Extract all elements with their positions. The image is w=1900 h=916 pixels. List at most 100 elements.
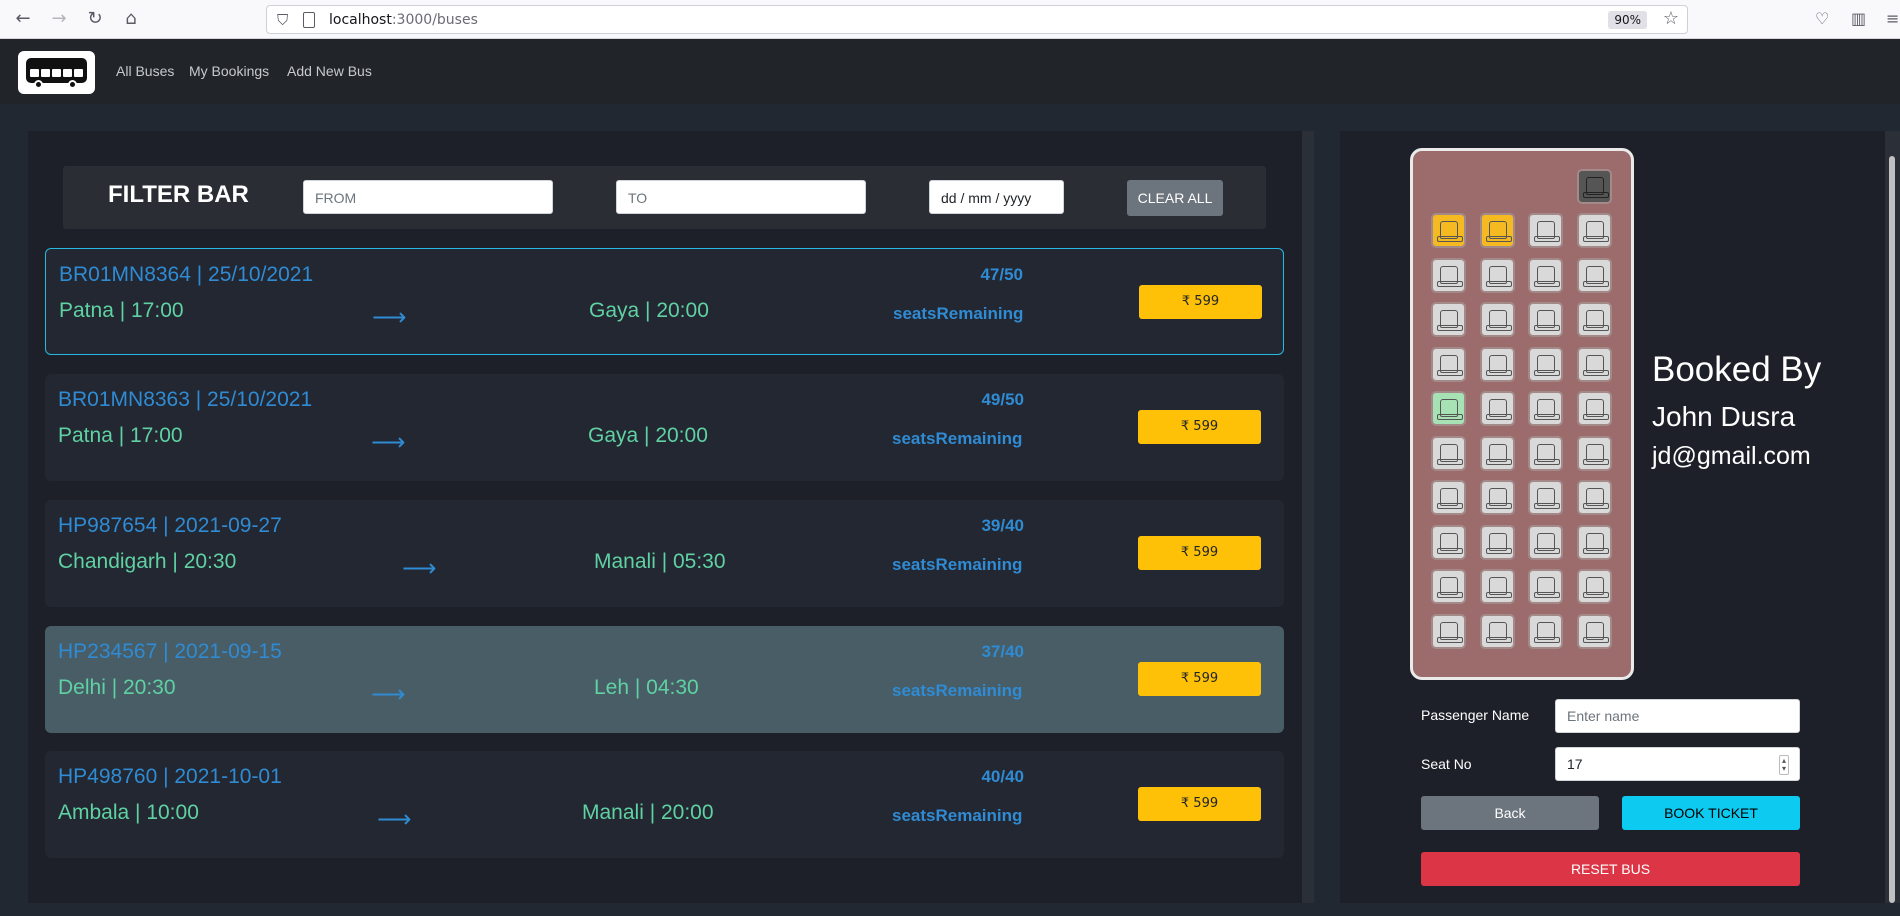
book-ticket-button[interactable]: BOOK TICKET (1622, 796, 1800, 830)
seat-icon (1583, 577, 1609, 598)
seat-7[interactable] (1528, 258, 1563, 293)
seat-icon (1534, 310, 1560, 331)
passenger-name-label: Passenger Name (1421, 707, 1530, 723)
seat-16[interactable] (1577, 347, 1612, 382)
price-button[interactable]: ₹ 599 (1138, 536, 1261, 570)
seat-icon (1437, 444, 1463, 465)
seat-1[interactable] (1431, 213, 1466, 248)
bus-card[interactable]: HP987654 | 2021-09-27 Chandigarh | 20:30… (45, 500, 1284, 607)
seat-9[interactable] (1431, 302, 1466, 337)
seat-icon (1583, 399, 1609, 420)
back-arrow-icon[interactable]: ← (12, 8, 34, 30)
seats-remaining-label: seatsRemaining (892, 555, 1023, 574)
passenger-name-input[interactable]: Enter name (1555, 699, 1800, 733)
price-button[interactable]: ₹ 599 (1139, 285, 1262, 319)
seat-14[interactable] (1480, 347, 1515, 382)
filter-title: FILTER BAR (108, 181, 249, 208)
bus-card[interactable]: BR01MN8363 | 25/10/2021 Patna | 17:00 ⟶ … (45, 374, 1284, 481)
seat-27[interactable] (1528, 480, 1563, 515)
seat-37[interactable] (1431, 614, 1466, 649)
back-button[interactable]: Back (1421, 796, 1599, 830)
seat-icon (1583, 533, 1609, 554)
reset-bus-button[interactable]: RESET BUS (1421, 852, 1800, 886)
seat-21[interactable] (1431, 436, 1466, 471)
date-input[interactable]: dd / mm / yyyy (929, 180, 1064, 214)
nav-my-bookings[interactable]: My Bookings (189, 63, 269, 79)
seat-17[interactable] (1431, 391, 1466, 426)
seat-20[interactable] (1577, 391, 1612, 426)
clear-all-button[interactable]: CLEAR ALL (1127, 180, 1223, 216)
seat-24[interactable] (1577, 436, 1612, 471)
bus-card[interactable]: BR01MN8364 | 25/10/2021 Patna | 17:00 ⟶ … (45, 248, 1284, 355)
bus-origin: Chandigarh | 20:30 (58, 550, 237, 573)
seat-19[interactable] (1528, 391, 1563, 426)
seat-40[interactable] (1577, 614, 1612, 649)
zoom-level[interactable]: 90% (1608, 11, 1647, 29)
price-button[interactable]: ₹ 599 (1138, 410, 1261, 444)
bus-destination: Manali | 20:00 (582, 801, 714, 824)
seat-39[interactable] (1528, 614, 1563, 649)
seat-10[interactable] (1480, 302, 1515, 337)
seat-33[interactable] (1431, 569, 1466, 604)
seat-29[interactable] (1431, 525, 1466, 560)
seat-15[interactable] (1528, 347, 1563, 382)
seat-36[interactable] (1577, 569, 1612, 604)
bus-list-scrollbar[interactable] (1302, 131, 1314, 903)
to-input[interactable]: TO (616, 180, 866, 214)
spinner-icon[interactable]: ▴ ▾ (1778, 755, 1789, 775)
seat-3[interactable] (1528, 213, 1563, 248)
home-icon[interactable]: ⌂ (120, 8, 142, 30)
bookmark-star-icon[interactable]: ☆ (1663, 8, 1679, 29)
bus-logo-icon[interactable] (18, 51, 95, 94)
booking-scrollbar[interactable] (1885, 131, 1900, 903)
seat-35[interactable] (1528, 569, 1563, 604)
seat-no-input[interactable]: 17 ▴ ▾ (1555, 747, 1800, 781)
seat-icon (1486, 533, 1512, 554)
menu-icon[interactable]: ≡ (1886, 9, 1899, 28)
sidebar-icon[interactable]: ▥ (1851, 9, 1866, 28)
seat-30[interactable] (1480, 525, 1515, 560)
bus-id-date: HP234567 | 2021-09-15 (58, 640, 282, 663)
seat-6[interactable] (1480, 258, 1515, 293)
seat-icon (1486, 577, 1512, 598)
seat-34[interactable] (1480, 569, 1515, 604)
reload-icon[interactable]: ↻ (84, 8, 106, 30)
booked-by-email: jd@gmail.com (1652, 442, 1811, 470)
seats-count: 49/50 (981, 390, 1024, 409)
seats-count: 40/40 (981, 767, 1024, 786)
seat-13[interactable] (1431, 347, 1466, 382)
nav-add-new-bus[interactable]: Add New Bus (287, 63, 372, 79)
seat-2[interactable] (1480, 213, 1515, 248)
seat-11[interactable] (1528, 302, 1563, 337)
bus-card[interactable]: HP498760 | 2021-10-01 Ambala | 10:00 ⟶ M… (45, 751, 1284, 858)
browser-toolbar: ← → ↻ ⌂ ⛉ localhost:3000/buses 90% ☆ ♡ ▥… (0, 0, 1900, 39)
price-button[interactable]: ₹ 599 (1138, 662, 1261, 696)
bus-destination: Leh | 04:30 (594, 676, 699, 699)
pocket-icon[interactable]: ♡ (1815, 9, 1829, 28)
seat-26[interactable] (1480, 480, 1515, 515)
seat-icon (1583, 622, 1609, 643)
booked-by-name: John Dusra (1652, 401, 1796, 432)
app-navbar: All Buses My Bookings Add New Bus (0, 39, 1900, 104)
seat-icon (1534, 488, 1560, 509)
seat-5[interactable] (1431, 258, 1466, 293)
seat-23[interactable] (1528, 436, 1563, 471)
seat-4[interactable] (1577, 213, 1612, 248)
from-input[interactable]: FROM (303, 180, 553, 214)
bus-card[interactable]: HP234567 | 2021-09-15 Delhi | 20:30 ⟶ Le… (45, 626, 1284, 733)
seat-18[interactable] (1480, 391, 1515, 426)
seat-31[interactable] (1528, 525, 1563, 560)
seat-12[interactable] (1577, 302, 1612, 337)
seat-22[interactable] (1480, 436, 1515, 471)
seat-28[interactable] (1577, 480, 1612, 515)
seat-25[interactable] (1431, 480, 1466, 515)
seat-38[interactable] (1480, 614, 1515, 649)
price-button[interactable]: ₹ 599 (1138, 787, 1261, 821)
forward-arrow-icon[interactable]: → (48, 8, 70, 30)
seat-icon (1583, 266, 1609, 287)
seat-icon (1437, 488, 1463, 509)
address-bar[interactable]: ⛉ localhost:3000/buses 90% ☆ (266, 5, 1688, 34)
nav-all-buses[interactable]: All Buses (116, 63, 174, 79)
seat-32[interactable] (1577, 525, 1612, 560)
seat-8[interactable] (1577, 258, 1612, 293)
